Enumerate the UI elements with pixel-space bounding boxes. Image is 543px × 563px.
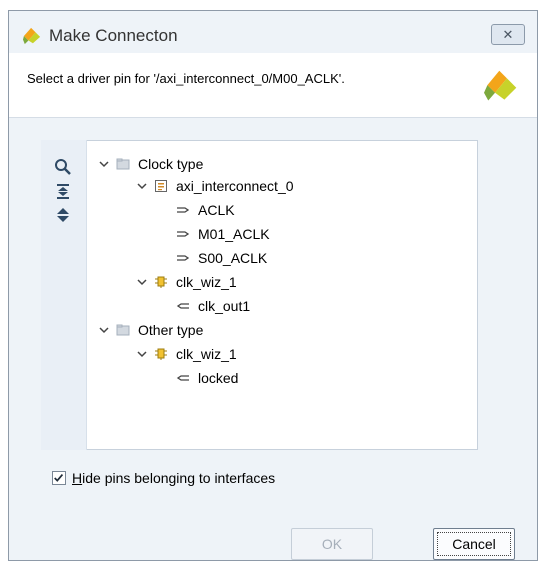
checkmark-icon bbox=[54, 474, 64, 482]
expand-all-icon[interactable] bbox=[54, 206, 72, 224]
clock-wizard-icon bbox=[155, 348, 167, 360]
tree-node-label: M01_ACLK bbox=[198, 226, 270, 242]
close-icon: ✕ bbox=[502, 27, 514, 42]
tree-node-clk-wiz-1-other[interactable]: clk_wiz_1 bbox=[136, 342, 237, 366]
search-icon[interactable] bbox=[54, 158, 72, 176]
tree-node-label: clk_out1 bbox=[198, 298, 251, 314]
cancel-button[interactable]: Cancel bbox=[433, 528, 515, 560]
output-pin-icon bbox=[176, 303, 189, 309]
output-pin-icon bbox=[176, 375, 189, 381]
hide-pins-checkbox[interactable] bbox=[52, 471, 66, 485]
close-button[interactable]: ✕ bbox=[491, 24, 525, 45]
dialog-header: Select a driver pin for '/axi_interconne… bbox=[9, 53, 537, 118]
tree-node-label: Other type bbox=[138, 322, 204, 338]
input-pin-icon bbox=[177, 231, 190, 237]
tree-node-clk-wiz-1[interactable]: clk_wiz_1 bbox=[136, 270, 237, 294]
tree-node-s00-aclk[interactable]: S00_ACLK bbox=[176, 246, 267, 270]
ip-block-icon bbox=[155, 180, 167, 192]
window-title: Make Connecton bbox=[49, 26, 178, 45]
tree-node-label: clk_wiz_1 bbox=[176, 346, 237, 362]
vivado-header-logo-icon bbox=[484, 70, 517, 101]
chevron-down-icon[interactable] bbox=[136, 180, 148, 192]
tree-node-clk-out1[interactable]: clk_out1 bbox=[176, 294, 250, 318]
vivado-logo-icon bbox=[23, 27, 41, 45]
chevron-down-icon[interactable] bbox=[136, 348, 148, 360]
hide-pins-label: Hide pins belonging to interfaces bbox=[72, 470, 276, 486]
pin-tree: Clock type axi_interconnect_0 ACLK M01_A… bbox=[88, 140, 476, 448]
hide-pins-option[interactable]: Hide pins belonging to interfaces bbox=[52, 470, 275, 486]
tree-node-other-type[interactable]: Other type bbox=[98, 318, 203, 342]
chevron-down-icon[interactable] bbox=[98, 158, 110, 170]
instruction-text: Select a driver pin for '/axi_interconne… bbox=[27, 71, 345, 86]
chevron-down-icon[interactable] bbox=[98, 324, 110, 336]
title-bar: Make Connecton ✕ bbox=[9, 11, 537, 53]
tree-node-m01-aclk[interactable]: M01_ACLK bbox=[176, 222, 270, 246]
tree-node-label: S00_ACLK bbox=[198, 250, 268, 266]
chevron-down-icon[interactable] bbox=[136, 276, 148, 288]
input-pin-icon bbox=[177, 255, 190, 261]
collapse-all-icon[interactable] bbox=[54, 182, 72, 200]
ok-button[interactable]: OK bbox=[291, 528, 373, 560]
tree-node-label: axi_interconnect_0 bbox=[176, 178, 294, 194]
tree-node-axi-interconnect[interactable]: axi_interconnect_0 bbox=[136, 174, 294, 198]
folder-icon bbox=[116, 324, 130, 336]
tree-node-label: Clock type bbox=[138, 156, 204, 172]
clock-wizard-icon bbox=[155, 276, 167, 288]
tree-node-label: ACLK bbox=[198, 202, 235, 218]
tree-toolbar bbox=[41, 140, 87, 450]
input-pin-icon bbox=[177, 207, 190, 213]
tree-node-label: locked bbox=[198, 370, 239, 386]
tree-node-label: clk_wiz_1 bbox=[176, 274, 237, 290]
folder-icon bbox=[116, 158, 130, 170]
tree-node-clock-type[interactable]: Clock type bbox=[98, 152, 203, 176]
tree-node-aclk[interactable]: ACLK bbox=[176, 198, 235, 222]
tree-node-locked[interactable]: locked bbox=[176, 366, 238, 390]
